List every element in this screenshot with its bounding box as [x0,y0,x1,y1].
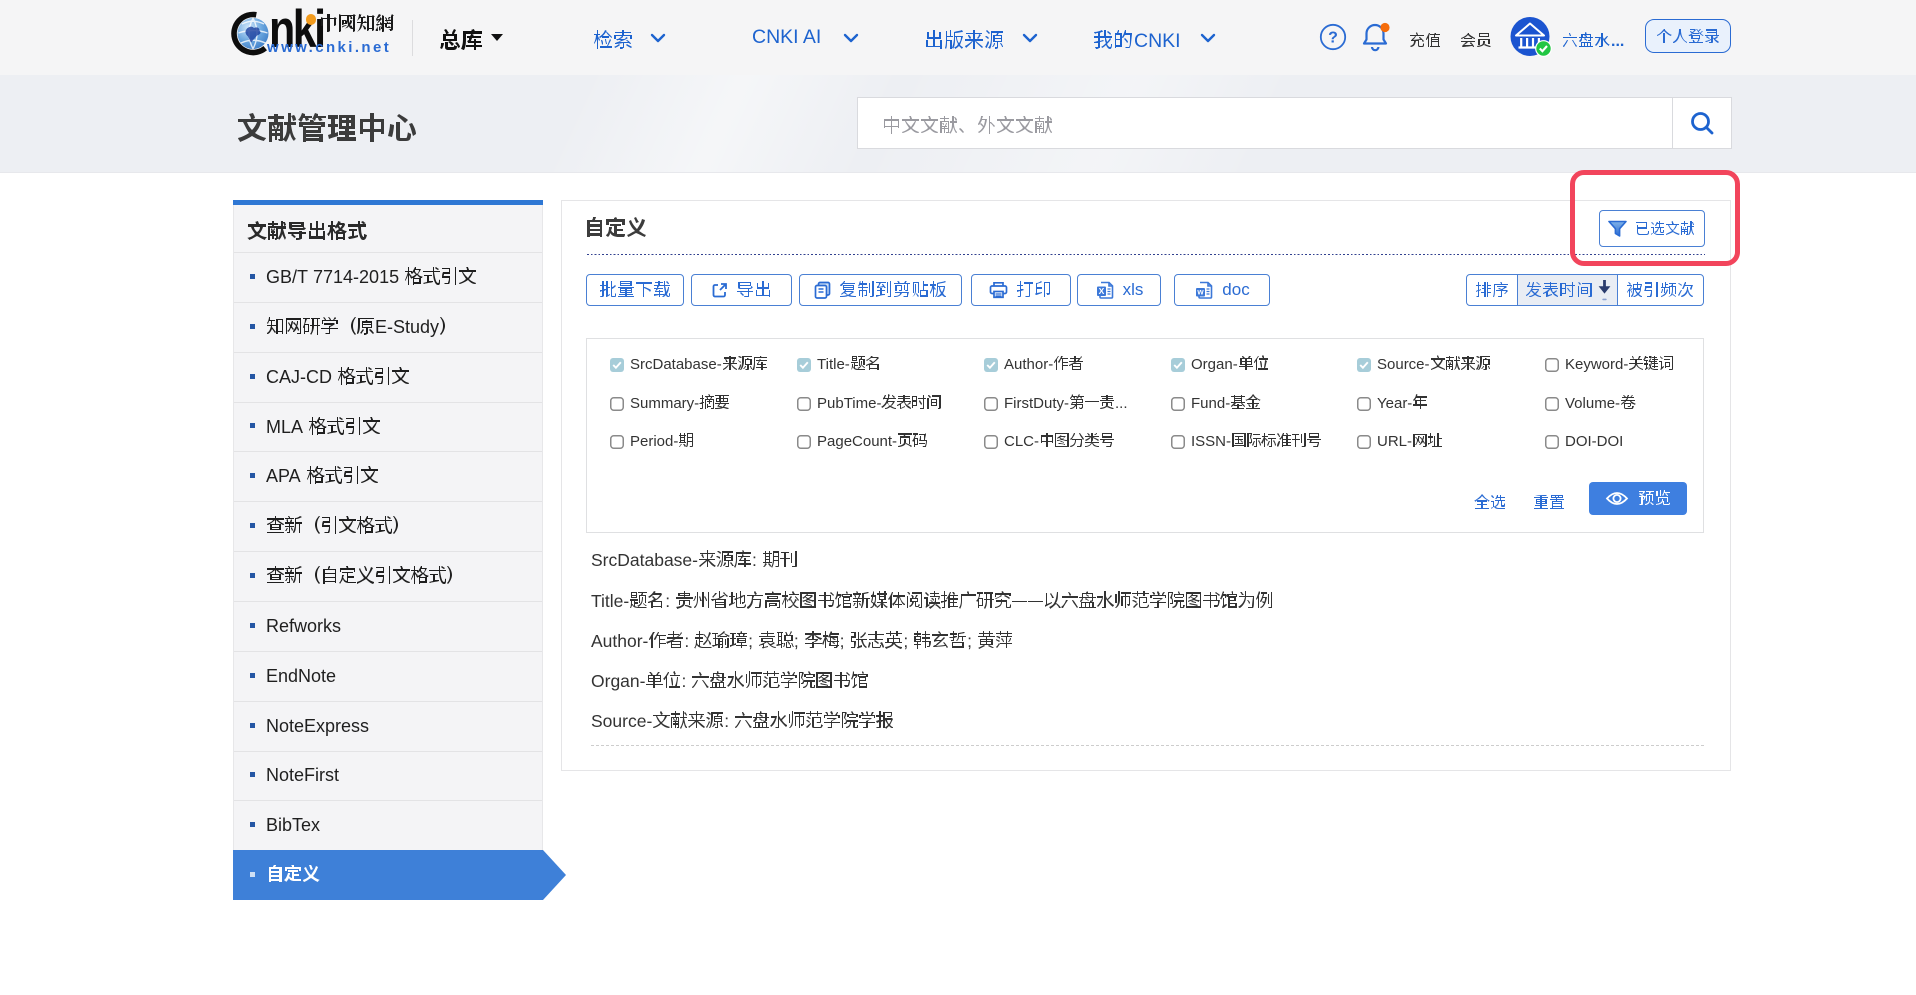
svg-text:X: X [1098,286,1104,296]
svg-text:?: ? [1328,30,1338,47]
svg-text:w: w [1197,288,1205,297]
